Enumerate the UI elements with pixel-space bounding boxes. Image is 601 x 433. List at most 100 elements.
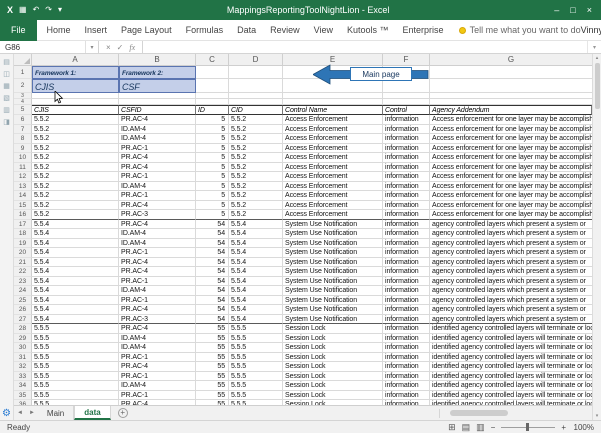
column-header-d[interactable]: D (229, 54, 283, 65)
row-number[interactable]: 17 (14, 220, 32, 230)
cell-id[interactable]: 5 (196, 182, 229, 192)
cell-agency[interactable]: identified agency controlled layers will… (430, 372, 592, 382)
cell-control[interactable]: information (383, 343, 430, 353)
cell-control[interactable]: information (383, 125, 430, 135)
cell-control-name[interactable]: System Use Notification (283, 220, 383, 230)
cell-id[interactable]: 5 (196, 125, 229, 135)
cell-csfid[interactable]: PR.AC-1 (119, 248, 196, 258)
header-cell-cjis[interactable]: CJIS (32, 105, 119, 115)
row-number[interactable]: 16 (14, 210, 32, 220)
header-cell-control[interactable]: Control (383, 105, 430, 115)
cell-agency[interactable]: identified agency controlled layers will… (430, 362, 592, 372)
cell-cjis[interactable]: 5.5.2 (32, 210, 119, 220)
row-number[interactable]: 24 (14, 286, 32, 296)
cell-cjis[interactable]: 5.5.2 (32, 172, 119, 182)
cell-control[interactable]: information (383, 210, 430, 220)
cell-csfid[interactable]: ID.AM-4 (119, 134, 196, 144)
cell-id[interactable]: 54 (196, 267, 229, 277)
cell-control[interactable]: information (383, 248, 430, 258)
cell-cid[interactable]: 5.5.4 (229, 277, 283, 287)
cell-cjis[interactable]: 5.5.5 (32, 391, 119, 401)
row-number[interactable]: 22 (14, 267, 32, 277)
row-number[interactable]: 13 (14, 182, 32, 192)
cell-agency[interactable]: identified agency controlled layers will… (430, 324, 592, 334)
horizontal-scrollbar[interactable] (439, 409, 589, 418)
cell-agency[interactable]: Access enforcement for one layer may be … (430, 144, 592, 154)
cell-cjis[interactable]: 5.5.5 (32, 362, 119, 372)
sheet-tab-main[interactable]: Main (38, 406, 74, 420)
cell-csfid[interactable]: PR.AC-1 (119, 172, 196, 182)
cell-control-name[interactable]: Access Enforcement (283, 144, 383, 154)
cell-agency[interactable]: agency controlled layers which present a… (430, 258, 592, 268)
cell-control-name[interactable]: Access Enforcement (283, 134, 383, 144)
cell-cid[interactable]: 5.5.4 (229, 229, 283, 239)
row-number[interactable]: 21 (14, 258, 32, 268)
enter-icon[interactable]: ✓ (117, 43, 124, 52)
ribbon-tab-formulas[interactable]: Formulas (179, 25, 231, 35)
cell-cid[interactable]: 5.5.2 (229, 172, 283, 182)
cell-control[interactable]: information (383, 182, 430, 192)
cell-agency[interactable]: Access enforcement for one layer may be … (430, 182, 592, 192)
cell-cjis[interactable]: 5.5.2 (32, 125, 119, 135)
sheet-nav-right-icon[interactable]: ► (26, 410, 38, 416)
cell-control-name[interactable]: System Use Notification (283, 267, 383, 277)
zoom-out-icon[interactable]: − (491, 423, 496, 432)
cell-csfid[interactable]: PR.AC-4 (119, 163, 196, 173)
cell-control-name[interactable]: Session Lock (283, 343, 383, 353)
cell-control-name[interactable]: Access Enforcement (283, 201, 383, 211)
cell-agency[interactable]: identified agency controlled layers will… (430, 381, 592, 391)
cell-cid[interactable]: 5.5.5 (229, 381, 283, 391)
cell-control[interactable]: information (383, 353, 430, 363)
cell-cid[interactable]: 5.5.2 (229, 210, 283, 220)
insert-function-icon[interactable]: fx (129, 43, 135, 52)
header-cell-cid[interactable]: CID (229, 105, 283, 115)
row-number[interactable]: 5 (14, 105, 32, 115)
cell-framework2-value[interactable]: CSF (119, 79, 196, 93)
zoom-slider[interactable] (501, 427, 555, 428)
cell-control[interactable]: information (383, 296, 430, 306)
cell-id[interactable]: 54 (196, 248, 229, 258)
cell-csfid[interactable]: PR.AC-1 (119, 372, 196, 382)
cell-csfid[interactable]: PR.AC-4 (119, 305, 196, 315)
cell-id[interactable]: 54 (196, 229, 229, 239)
cell-cid[interactable]: 5.5.5 (229, 324, 283, 334)
cell-csfid[interactable]: ID.AM-4 (119, 381, 196, 391)
cell-cid[interactable]: 5.5.2 (229, 144, 283, 154)
cell-control-name[interactable]: Access Enforcement (283, 125, 383, 135)
cell-control[interactable]: information (383, 362, 430, 372)
cell-id[interactable]: 5 (196, 163, 229, 173)
cell-control[interactable]: information (383, 220, 430, 230)
sheet-nav-left-icon[interactable]: ◄ (14, 410, 26, 416)
row-number[interactable]: 23 (14, 277, 32, 287)
cell-cid[interactable]: 5.5.4 (229, 258, 283, 268)
ribbon-tab-data[interactable]: Data (230, 25, 263, 35)
cell-cid[interactable]: 5.5.4 (229, 315, 283, 325)
cell-control[interactable]: information (383, 381, 430, 391)
cell-agency[interactable]: Access enforcement for one layer may be … (430, 134, 592, 144)
cell-id[interactable]: 55 (196, 372, 229, 382)
row-number[interactable]: 36 (14, 400, 32, 405)
cell-control[interactable]: information (383, 286, 430, 296)
cell-control[interactable]: information (383, 277, 430, 287)
cell-cjis[interactable]: 5.5.5 (32, 334, 119, 344)
cell-cjis[interactable]: 5.5.4 (32, 229, 119, 239)
cell-id[interactable]: 55 (196, 381, 229, 391)
cell-cjis[interactable]: 5.5.4 (32, 239, 119, 249)
cell-control-name[interactable]: Access Enforcement (283, 191, 383, 201)
cell-csfid[interactable]: PR.AC-4 (119, 220, 196, 230)
cell-cid[interactable]: 5.5.5 (229, 343, 283, 353)
cell[interactable] (430, 79, 592, 93)
minimize-button[interactable]: – (554, 5, 559, 15)
cell-agency[interactable]: Access enforcement for one layer may be … (430, 172, 592, 182)
kutools-pane-icon-4[interactable]: ▧ (3, 94, 10, 102)
cell-agency[interactable]: agency controlled layers which present a… (430, 248, 592, 258)
cell-id[interactable]: 55 (196, 324, 229, 334)
cell-id[interactable]: 54 (196, 239, 229, 249)
cell-csfid[interactable]: PR.AC-4 (119, 201, 196, 211)
cell-csfid[interactable]: PR.AC-1 (119, 191, 196, 201)
cell-control-name[interactable]: System Use Notification (283, 286, 383, 296)
cell-cid[interactable]: 5.5.2 (229, 125, 283, 135)
cell-control[interactable]: information (383, 153, 430, 163)
cell-cid[interactable]: 5.5.4 (229, 267, 283, 277)
new-sheet-button[interactable]: + (118, 408, 128, 418)
